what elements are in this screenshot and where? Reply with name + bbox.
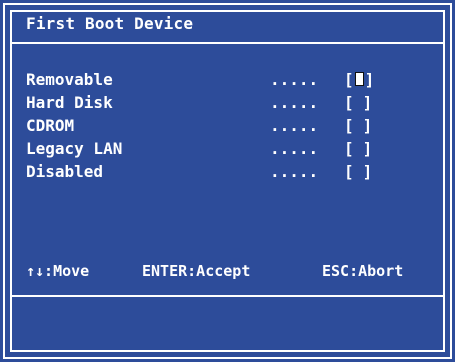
help-abort: ESC:Abort <box>322 262 404 280</box>
option-label: Hard Disk <box>26 93 113 112</box>
help-move: ↑↓:Move <box>26 262 90 280</box>
option-leader-dots: ..... <box>270 139 319 158</box>
boot-device-dialog: First Boot Device Removable ..... [] Har… <box>0 0 455 362</box>
option-label: CDROM <box>26 116 75 135</box>
option-leader-dots: ..... <box>270 70 319 89</box>
option-label: Disabled <box>26 162 104 181</box>
dialog-title: First Boot Device <box>26 14 194 33</box>
option-label: Legacy LAN <box>26 139 123 158</box>
option-checkbox[interactable]: [ ] <box>344 93 372 113</box>
box-open-bracket: [ <box>344 93 354 112</box>
box-open-bracket: [ <box>344 116 354 135</box>
box-open-bracket: [ <box>344 139 354 158</box>
box-close-bracket: ] <box>362 116 373 135</box>
option-leader-dots: ..... <box>270 93 319 112</box>
option-removable[interactable]: Removable ..... [] <box>26 70 426 93</box>
box-close-bracket: ] <box>364 70 375 89</box>
option-disabled[interactable]: Disabled ..... [ ] <box>26 162 426 185</box>
option-cdrom[interactable]: CDROM ..... [ ] <box>26 116 426 139</box>
title-divider <box>10 42 445 44</box>
box-close-bracket: ] <box>362 93 373 112</box>
option-checkbox[interactable]: [ ] <box>344 162 372 182</box>
help-accept: ENTER:Accept <box>142 262 251 280</box>
box-close-bracket: ] <box>362 162 373 181</box>
option-checkbox[interactable]: [ ] <box>344 116 372 136</box>
box-open-bracket: [ <box>344 70 354 89</box>
key-help-bar: ↑↓:Move ENTER:Accept ESC:Abort <box>26 261 436 281</box>
boot-device-options: Removable ..... [] Hard Disk ..... [ ] C… <box>26 70 426 185</box>
footer-divider <box>10 295 445 297</box>
box-open-bracket: [ <box>344 162 354 181</box>
option-leader-dots: ..... <box>270 116 319 135</box>
box-close-bracket: ] <box>362 139 373 158</box>
selection-cursor-icon <box>354 72 364 86</box>
option-leader-dots: ..... <box>270 162 319 181</box>
option-hard-disk[interactable]: Hard Disk ..... [ ] <box>26 93 426 116</box>
option-legacy-lan[interactable]: Legacy LAN ..... [ ] <box>26 139 426 162</box>
option-checkbox[interactable]: [ ] <box>344 139 372 159</box>
option-label: Removable <box>26 70 113 89</box>
option-checkbox[interactable]: [] <box>344 70 374 90</box>
